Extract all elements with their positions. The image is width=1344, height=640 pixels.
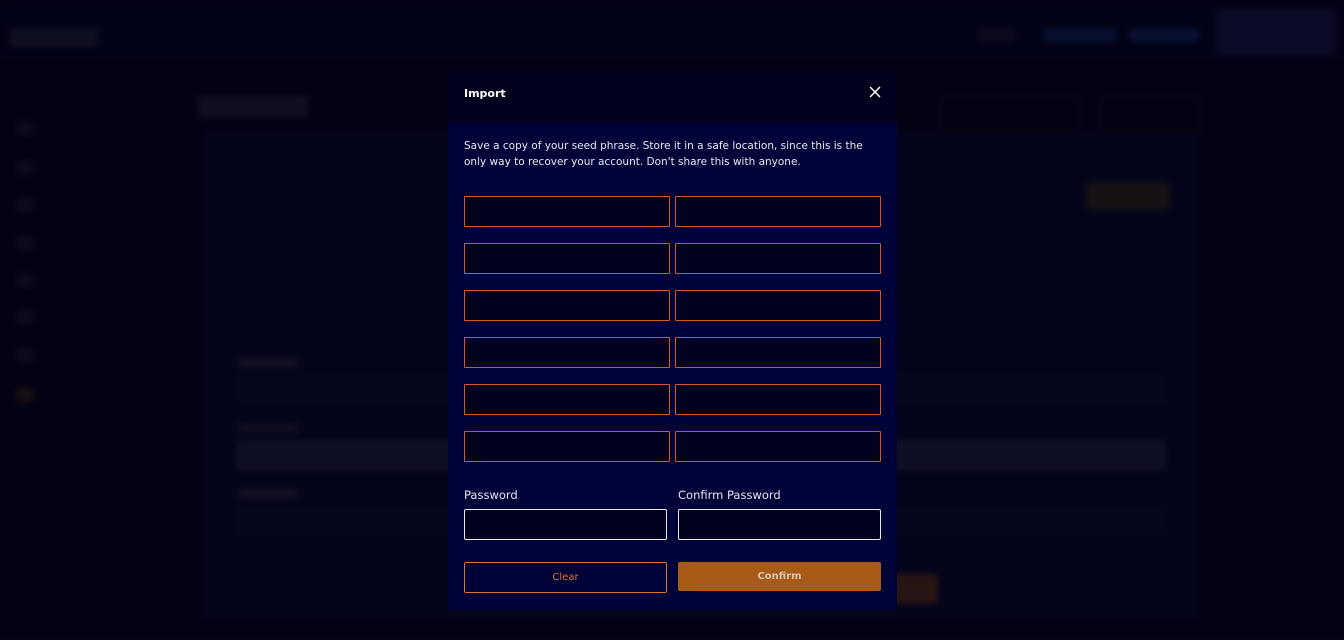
seed-word-input-10[interactable] [675, 384, 881, 415]
seed-word-input-9[interactable] [464, 384, 670, 415]
seed-row [464, 384, 881, 415]
modal-title: Import [464, 87, 506, 100]
seed-word-input-2[interactable] [675, 196, 881, 227]
close-button[interactable] [867, 84, 883, 100]
seed-word-input-4[interactable] [675, 243, 881, 274]
seed-word-input-12[interactable] [675, 431, 881, 462]
password-input[interactable] [464, 509, 667, 540]
seed-word-input-8[interactable] [675, 337, 881, 368]
seed-row [464, 196, 881, 227]
password-label: Password [464, 488, 518, 502]
seed-row [464, 431, 881, 462]
seed-row [464, 290, 881, 321]
seed-row [464, 337, 881, 368]
modal-header: Import [448, 72, 897, 122]
close-icon [869, 86, 881, 98]
seed-row [464, 243, 881, 274]
seed-word-input-1[interactable] [464, 196, 670, 227]
seed-word-input-7[interactable] [464, 337, 670, 368]
confirm-button[interactable]: Confirm [678, 562, 881, 591]
confirm-password-input[interactable] [678, 509, 881, 540]
seed-phrase-description: Save a copy of your seed phrase. Store i… [464, 140, 863, 168]
confirm-password-label: Confirm Password [678, 488, 781, 502]
seed-word-input-3[interactable] [464, 243, 670, 274]
seed-word-input-11[interactable] [464, 431, 670, 462]
clear-button[interactable]: Clear [464, 562, 667, 593]
seed-word-input-5[interactable] [464, 290, 670, 321]
import-modal: Import Save a copy of your seed phrase. … [448, 72, 897, 610]
seed-phrase-grid [464, 196, 881, 478]
seed-word-input-6[interactable] [675, 290, 881, 321]
